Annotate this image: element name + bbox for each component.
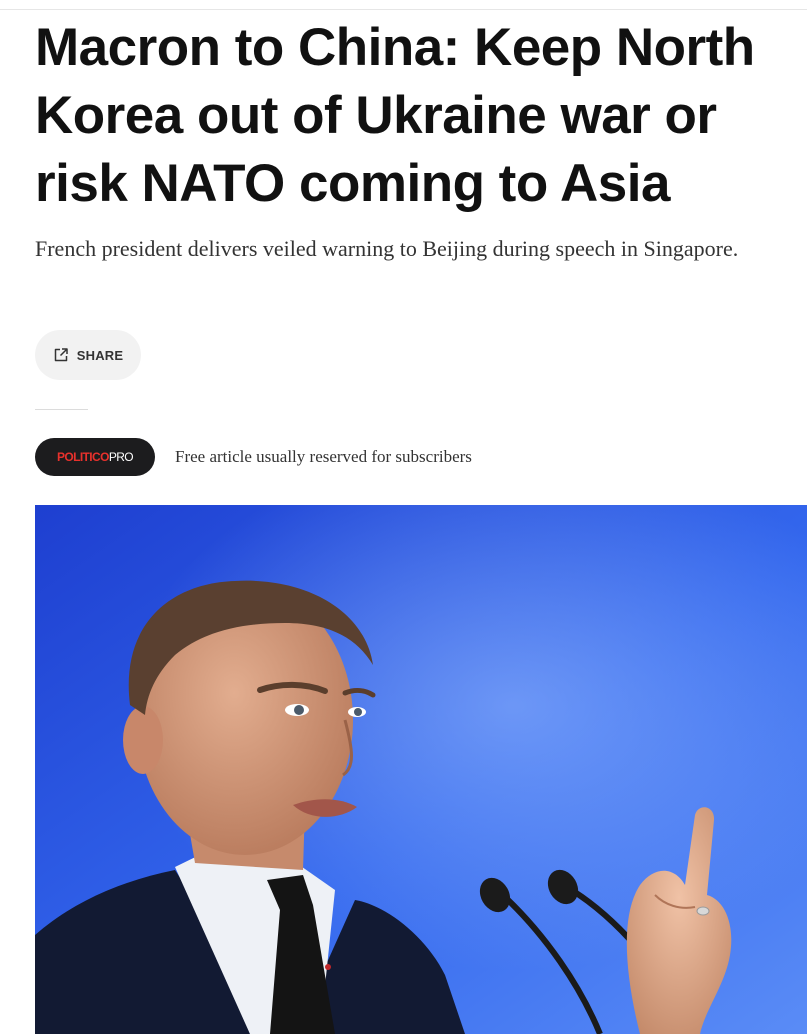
article-dek: French president delivers veiled warning… bbox=[35, 236, 739, 261]
share-label: SHARE bbox=[76, 347, 124, 363]
pro-access-note: Free article usually reserved for subscr… bbox=[175, 447, 472, 466]
article-photo bbox=[35, 505, 807, 1034]
headline: Macron to China: Keep North Korea out of… bbox=[35, 18, 755, 213]
top-divider bbox=[0, 9, 807, 10]
politico-pro-logo: POLITICOPRO bbox=[56, 450, 134, 464]
article-page: Macron to China: Keep North Korea out of… bbox=[0, 0, 807, 1034]
share-button[interactable]: SHARE bbox=[35, 330, 141, 380]
politico-pro-badge[interactable]: POLITICOPRO bbox=[35, 438, 155, 476]
share-icon bbox=[53, 347, 69, 363]
section-divider bbox=[35, 409, 88, 410]
